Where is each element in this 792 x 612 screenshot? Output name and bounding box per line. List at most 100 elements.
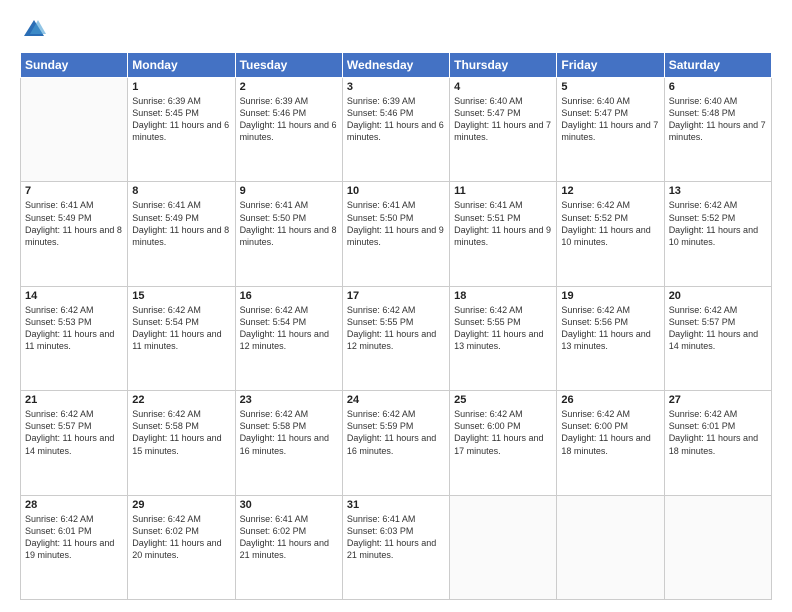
day-number: 25 — [454, 394, 552, 406]
day-number: 29 — [132, 499, 230, 511]
day-info: Sunrise: 6:42 AMSunset: 6:00 PMDaylight:… — [561, 408, 659, 457]
day-number: 18 — [454, 290, 552, 302]
calendar-cell — [450, 495, 557, 599]
day-info: Sunrise: 6:42 AMSunset: 5:55 PMDaylight:… — [347, 304, 445, 353]
day-info: Sunrise: 6:41 AMSunset: 5:51 PMDaylight:… — [454, 199, 552, 248]
day-info: Sunrise: 6:42 AMSunset: 5:56 PMDaylight:… — [561, 304, 659, 353]
weekday-header-row: SundayMondayTuesdayWednesdayThursdayFrid… — [21, 53, 772, 78]
day-info: Sunrise: 6:40 AMSunset: 5:48 PMDaylight:… — [669, 95, 767, 144]
day-number: 2 — [240, 81, 338, 93]
calendar-cell: 17 Sunrise: 6:42 AMSunset: 5:55 PMDayligh… — [342, 286, 449, 390]
day-number: 8 — [132, 185, 230, 197]
calendar-week-row: 14 Sunrise: 6:42 AMSunset: 5:53 PMDayligh… — [21, 286, 772, 390]
day-number: 7 — [25, 185, 123, 197]
day-info: Sunrise: 6:41 AMSunset: 5:50 PMDaylight:… — [240, 199, 338, 248]
header — [20, 16, 772, 44]
day-info: Sunrise: 6:42 AMSunset: 5:57 PMDaylight:… — [25, 408, 123, 457]
day-info: Sunrise: 6:41 AMSunset: 6:03 PMDaylight:… — [347, 513, 445, 562]
calendar-cell: 15 Sunrise: 6:42 AMSunset: 5:54 PMDayligh… — [128, 286, 235, 390]
calendar-cell — [664, 495, 771, 599]
calendar-cell: 13Sunrise: 6:42 AMSunset: 5:52 PMDayligh… — [664, 182, 771, 286]
day-info: Sunrise: 6:40 AMSunset: 5:47 PMDaylight:… — [454, 95, 552, 144]
day-number: 27 — [669, 394, 767, 406]
day-info: Sunrise: 6:42 AMSunset: 5:54 PMDaylight:… — [132, 304, 230, 353]
day-number: 26 — [561, 394, 659, 406]
weekday-header-monday: Monday — [128, 53, 235, 78]
calendar-week-row: 7 Sunrise: 6:41 AMSunset: 5:49 PMDaylight… — [21, 182, 772, 286]
logo-icon — [20, 16, 48, 44]
day-number: 16 — [240, 290, 338, 302]
calendar-cell: 4 Sunrise: 6:40 AMSunset: 5:47 PMDaylight… — [450, 78, 557, 182]
calendar-cell: 14 Sunrise: 6:42 AMSunset: 5:53 PMDayligh… — [21, 286, 128, 390]
day-number: 4 — [454, 81, 552, 93]
day-number: 6 — [669, 81, 767, 93]
calendar-cell: 22 Sunrise: 6:42 AMSunset: 5:58 PMDayligh… — [128, 391, 235, 495]
day-number: 31 — [347, 499, 445, 511]
day-number: 23 — [240, 394, 338, 406]
day-info: Sunrise: 6:42 AMSunset: 5:58 PMDaylight:… — [132, 408, 230, 457]
day-info: Sunrise: 6:39 AMSunset: 5:46 PMDaylight:… — [347, 95, 445, 144]
day-number: 30 — [240, 499, 338, 511]
calendar-cell: 24 Sunrise: 6:42 AMSunset: 5:59 PMDayligh… — [342, 391, 449, 495]
weekday-header-tuesday: Tuesday — [235, 53, 342, 78]
day-number: 10 — [347, 185, 445, 197]
calendar-cell: 9 Sunrise: 6:41 AMSunset: 5:50 PMDaylight… — [235, 182, 342, 286]
calendar-cell: 19Sunrise: 6:42 AMSunset: 5:56 PMDayligh… — [557, 286, 664, 390]
day-number: 21 — [25, 394, 123, 406]
weekday-header-thursday: Thursday — [450, 53, 557, 78]
day-number: 20 — [669, 290, 767, 302]
day-info: Sunrise: 6:42 AMSunset: 6:02 PMDaylight:… — [132, 513, 230, 562]
day-info: Sunrise: 6:42 AMSunset: 6:01 PMDaylight:… — [25, 513, 123, 562]
calendar-week-row: 28 Sunrise: 6:42 AMSunset: 6:01 PMDayligh… — [21, 495, 772, 599]
calendar-week-row: 1 Sunrise: 6:39 AMSunset: 5:45 PMDaylight… — [21, 78, 772, 182]
day-info: Sunrise: 6:42 AMSunset: 5:57 PMDaylight:… — [669, 304, 767, 353]
calendar-cell: 3 Sunrise: 6:39 AMSunset: 5:46 PMDaylight… — [342, 78, 449, 182]
day-info: Sunrise: 6:39 AMSunset: 5:45 PMDaylight:… — [132, 95, 230, 144]
calendar-cell: 12 Sunrise: 6:42 AMSunset: 5:52 PMDayligh… — [557, 182, 664, 286]
day-info: Sunrise: 6:42 AMSunset: 6:01 PMDaylight:… — [669, 408, 767, 457]
calendar-cell: 29 Sunrise: 6:42 AMSunset: 6:02 PMDayligh… — [128, 495, 235, 599]
calendar-cell — [21, 78, 128, 182]
calendar-cell: 10Sunrise: 6:41 AMSunset: 5:50 PMDayligh… — [342, 182, 449, 286]
day-info: Sunrise: 6:39 AMSunset: 5:46 PMDaylight:… — [240, 95, 338, 144]
calendar-cell: 28 Sunrise: 6:42 AMSunset: 6:01 PMDayligh… — [21, 495, 128, 599]
calendar-cell: 25Sunrise: 6:42 AMSunset: 6:00 PMDayligh… — [450, 391, 557, 495]
calendar-cell — [557, 495, 664, 599]
calendar-cell: 5 Sunrise: 6:40 AMSunset: 5:47 PMDaylight… — [557, 78, 664, 182]
calendar-cell: 1 Sunrise: 6:39 AMSunset: 5:45 PMDaylight… — [128, 78, 235, 182]
calendar-week-row: 21 Sunrise: 6:42 AMSunset: 5:57 PMDayligh… — [21, 391, 772, 495]
day-info: Sunrise: 6:42 AMSunset: 5:53 PMDaylight:… — [25, 304, 123, 353]
day-info: Sunrise: 6:42 AMSunset: 5:55 PMDaylight:… — [454, 304, 552, 353]
day-number: 24 — [347, 394, 445, 406]
calendar-cell: 27 Sunrise: 6:42 AMSunset: 6:01 PMDayligh… — [664, 391, 771, 495]
day-number: 14 — [25, 290, 123, 302]
day-number: 15 — [132, 290, 230, 302]
day-number: 17 — [347, 290, 445, 302]
day-number: 9 — [240, 185, 338, 197]
day-info: Sunrise: 6:40 AMSunset: 5:47 PMDaylight:… — [561, 95, 659, 144]
weekday-header-friday: Friday — [557, 53, 664, 78]
day-number: 5 — [561, 81, 659, 93]
calendar-cell: 11Sunrise: 6:41 AMSunset: 5:51 PMDayligh… — [450, 182, 557, 286]
day-info: Sunrise: 6:41 AMSunset: 5:49 PMDaylight:… — [25, 199, 123, 248]
calendar-cell: 20 Sunrise: 6:42 AMSunset: 5:57 PMDayligh… — [664, 286, 771, 390]
day-info: Sunrise: 6:42 AMSunset: 5:52 PMDaylight:… — [561, 199, 659, 248]
calendar-table: SundayMondayTuesdayWednesdayThursdayFrid… — [20, 52, 772, 600]
day-number: 1 — [132, 81, 230, 93]
weekday-header-wednesday: Wednesday — [342, 53, 449, 78]
weekday-header-saturday: Saturday — [664, 53, 771, 78]
calendar-cell: 18 Sunrise: 6:42 AMSunset: 5:55 PMDayligh… — [450, 286, 557, 390]
calendar-cell: 31 Sunrise: 6:41 AMSunset: 6:03 PMDayligh… — [342, 495, 449, 599]
day-number: 22 — [132, 394, 230, 406]
day-number: 3 — [347, 81, 445, 93]
calendar-cell: 2 Sunrise: 6:39 AMSunset: 5:46 PMDaylight… — [235, 78, 342, 182]
calendar-cell: 26 Sunrise: 6:42 AMSunset: 6:00 PMDayligh… — [557, 391, 664, 495]
day-number: 12 — [561, 185, 659, 197]
day-info: Sunrise: 6:42 AMSunset: 5:59 PMDaylight:… — [347, 408, 445, 457]
page: SundayMondayTuesdayWednesdayThursdayFrid… — [0, 0, 792, 612]
day-number: 28 — [25, 499, 123, 511]
day-info: Sunrise: 6:42 AMSunset: 5:58 PMDaylight:… — [240, 408, 338, 457]
calendar-cell: 30Sunrise: 6:41 AMSunset: 6:02 PMDayligh… — [235, 495, 342, 599]
calendar-cell: 8Sunrise: 6:41 AMSunset: 5:49 PMDaylight… — [128, 182, 235, 286]
calendar-cell: 6 Sunrise: 6:40 AMSunset: 5:48 PMDaylight… — [664, 78, 771, 182]
